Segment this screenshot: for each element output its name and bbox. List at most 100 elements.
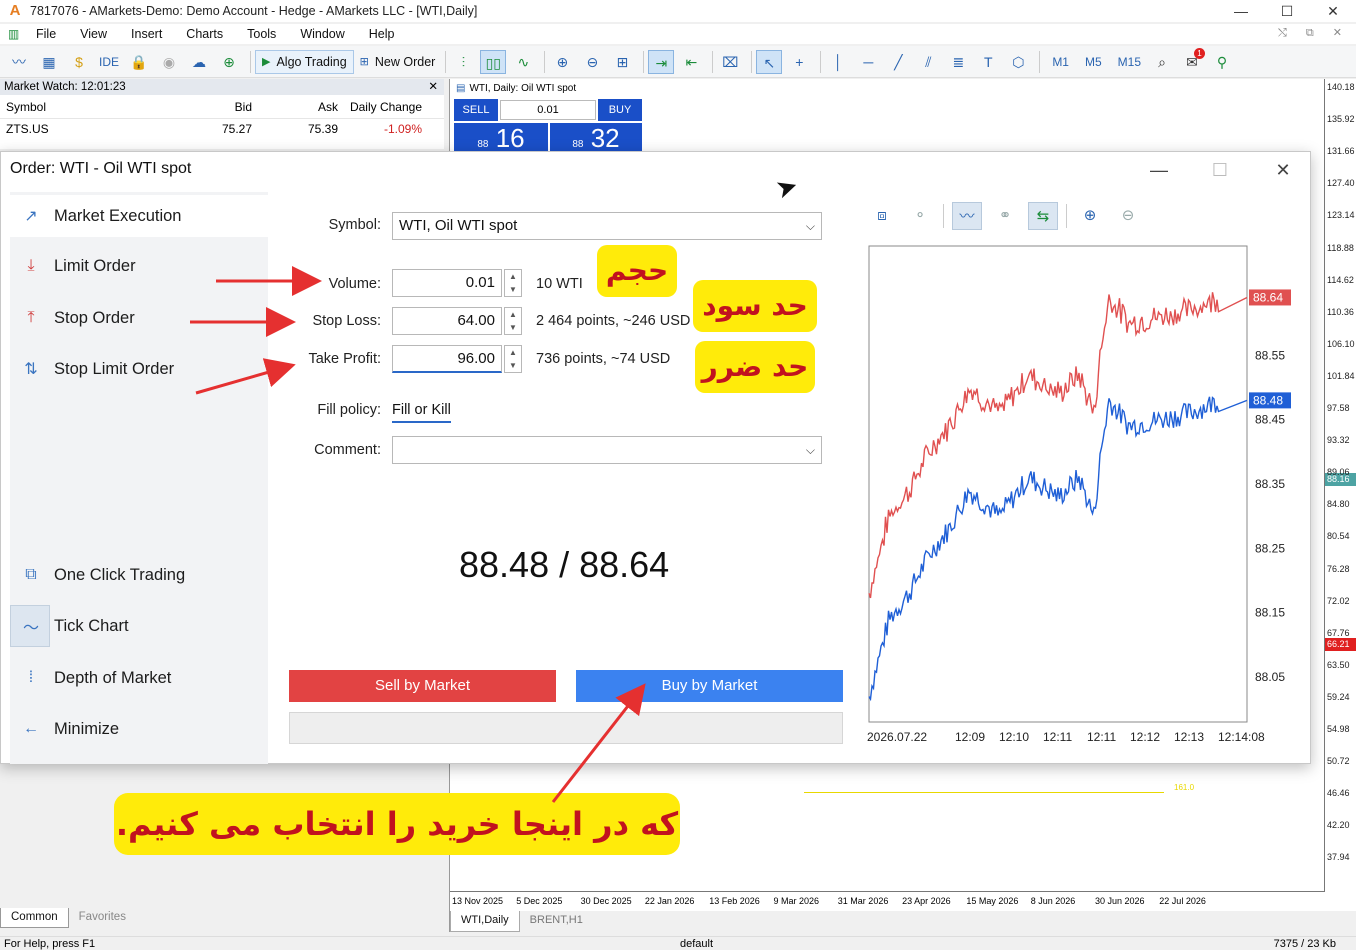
column-symbol[interactable]: Symbol [0, 100, 170, 114]
sidebar-item-market-execution[interactable]: ↗ Market Execution [10, 195, 268, 237]
stepper-down-icon[interactable]: ▼ [505, 359, 521, 372]
stepper-up-icon[interactable]: ▲ [505, 270, 521, 283]
tab-wti-daily[interactable]: WTI,Daily [450, 911, 520, 932]
signals-icon[interactable]: ◉ [156, 50, 182, 74]
vps-icon[interactable]: ☁ [186, 50, 212, 74]
bar-chart-icon[interactable]: ⫶ [450, 50, 476, 74]
sidebar-item-tick-chart[interactable]: 〜 Tick Chart [10, 605, 268, 647]
search-icon[interactable]: ⌕ [1149, 50, 1175, 74]
zoom-in-icon[interactable]: ⊕ [549, 50, 575, 74]
volume-stepper[interactable]: ▲ ▼ [504, 269, 522, 297]
crosshair-icon[interactable]: + [786, 50, 812, 74]
take-profit-input[interactable]: 96.00 [392, 345, 502, 373]
cursor-icon[interactable]: ↖ [756, 49, 783, 74]
fibonacci-icon[interactable]: ≣ [945, 50, 971, 74]
menu-charts[interactable]: Charts [176, 27, 237, 41]
new-chart-icon[interactable]: 〰 [6, 50, 32, 74]
sidebar-item-one-click-trading[interactable]: ⧉ One Click Trading [10, 554, 268, 596]
stop-loss-stepper[interactable]: ▲ ▼ [504, 307, 522, 335]
tile-windows-icon[interactable]: ⊞ [609, 50, 635, 74]
spread-icon[interactable]: ⇆ [1028, 202, 1058, 230]
algo-trading-button[interactable]: ▶ Algo Trading [255, 49, 354, 74]
one-click-sell-price[interactable]: 88 16 [454, 123, 548, 153]
sidebar-item-minimize[interactable]: ← Minimize [10, 708, 268, 750]
mdi-controls-icon[interactable]: ⤭ ⧉ ✕ [1278, 26, 1350, 40]
text-tool-icon[interactable]: T [975, 50, 1001, 74]
stop-loss-input[interactable]: 64.00 [392, 307, 502, 335]
menu-view[interactable]: View [70, 27, 121, 41]
dialog-minimize-button[interactable]: — [1139, 156, 1179, 184]
tick-line-icon[interactable]: 〰 [952, 202, 982, 230]
candlestick-icon[interactable]: ▯▯ [480, 49, 507, 74]
chart-menu-icon[interactable]: ▥ [8, 27, 26, 41]
volume-input[interactable]: 0.01 [392, 269, 502, 297]
dialog-maximize-button[interactable]: ☐ [1200, 156, 1240, 184]
fill-policy-select[interactable]: Fill or Kill [392, 402, 451, 423]
timeframe-m15[interactable]: M15 [1110, 55, 1149, 69]
table-row[interactable]: ZTS.US 75.27 75.39 -1.09% [0, 119, 444, 139]
line-chart-icon[interactable]: ∿ [510, 50, 536, 74]
menu-help[interactable]: Help [359, 27, 409, 41]
horizontal-line-icon[interactable]: ─ [855, 50, 881, 74]
one-click-volume-input[interactable]: 0.01 [500, 100, 596, 120]
tab-common[interactable]: Common [0, 908, 69, 928]
zoom-out-icon[interactable]: ⊖ [579, 50, 605, 74]
tab-favorites[interactable]: Favorites [69, 908, 136, 928]
dialog-close-button[interactable]: ✕ [1263, 156, 1303, 184]
screenshot-icon[interactable]: ⌧ [717, 50, 743, 74]
stepper-up-icon[interactable]: ▲ [505, 346, 521, 359]
zoom-in-icon[interactable]: ⊕ [1075, 202, 1105, 230]
lock-icon[interactable]: 🔒 [126, 50, 152, 74]
comment-input[interactable]: ⌵ [392, 436, 822, 464]
market-watch-icon[interactable]: $ [66, 50, 92, 74]
channel-icon[interactable]: ⫽ [915, 50, 941, 74]
auto-scroll-icon[interactable]: ⇥ [648, 49, 675, 74]
sidebar-item-limit-order[interactable]: ⤓ Limit Order [10, 245, 268, 287]
column-daily-change[interactable]: Daily Change [342, 100, 426, 114]
market-watch-close-button[interactable]: ✕ [428, 79, 438, 95]
sidebar-item-stop-limit-order[interactable]: ⇅ Stop Limit Order [10, 348, 268, 390]
ide-button[interactable]: IDE [96, 50, 122, 74]
shapes-icon[interactable]: ⬡ [1005, 50, 1031, 74]
web-icon[interactable]: ⊕ [216, 50, 242, 74]
timeframe-m5[interactable]: M5 [1077, 55, 1110, 69]
price-axis[interactable]: 88.16 66.21 140.18 135.92 131.66 127.40 123.… [1324, 79, 1356, 891]
one-click-sell-button[interactable]: SELL [454, 99, 498, 121]
stepper-up-icon[interactable]: ▲ [505, 308, 521, 321]
maximize-button[interactable]: ☐ [1264, 0, 1310, 22]
trades-icon[interactable]: ⚭ [990, 202, 1020, 230]
tick-chart[interactable]: 88.55 88.45 88.35 88.25 88.15 88.05 2026.07.2… [867, 244, 1307, 744]
zoom-out-icon[interactable]: ⊖ [1113, 202, 1143, 230]
new-order-button[interactable]: ⊞ New Order [354, 50, 442, 74]
close-button[interactable]: ✕ [1310, 0, 1356, 22]
sidebar-item-depth-of-market[interactable]: ⁞ Depth of Market [10, 657, 268, 699]
profiles-icon[interactable]: ▦ [36, 50, 62, 74]
symbol-select[interactable]: WTI, Oil WTI spot ⌵ [392, 212, 822, 240]
sidebar-item-stop-order[interactable]: ⤒ Stop Order [10, 297, 268, 339]
one-click-buy-price[interactable]: 88 32 [550, 123, 642, 153]
menu-insert[interactable]: Insert [121, 27, 176, 41]
chart-shift-icon[interactable]: ⇤ [678, 50, 704, 74]
timeframe-m1[interactable]: M1 [1044, 55, 1077, 69]
stepper-down-icon[interactable]: ▼ [505, 283, 521, 296]
time-axis[interactable]: 13 Nov 2025 5 Dec 2025 30 Dec 2025 22 Jan 2… [450, 891, 1325, 911]
sell-by-market-button[interactable]: Sell by Market [289, 670, 556, 702]
stepper-down-icon[interactable]: ▼ [505, 321, 521, 334]
minimize-button[interactable]: — [1218, 0, 1264, 22]
yellow-level-line[interactable] [804, 792, 1164, 793]
take-profit-stepper[interactable]: ▲ ▼ [504, 345, 522, 373]
buy-by-market-button[interactable]: Buy by Market [576, 670, 843, 702]
column-ask[interactable]: Ask [256, 100, 342, 114]
tab-brent-h1[interactable]: BRENT,H1 [520, 911, 593, 932]
trendline-icon[interactable]: ╱ [885, 50, 911, 74]
dots-icon[interactable]: ⚬ [905, 202, 935, 230]
chart-style-icon[interactable]: ⧈ [867, 202, 897, 230]
one-click-buy-button[interactable]: BUY [598, 99, 642, 121]
notifications-icon[interactable]: ✉ 1 [1179, 47, 1205, 74]
account-status-icon[interactable]: ⚲ [1209, 50, 1235, 74]
menu-tools[interactable]: Tools [237, 27, 290, 41]
column-bid[interactable]: Bid [170, 100, 256, 114]
vertical-line-icon[interactable]: │ [825, 50, 851, 74]
menu-window[interactable]: Window [290, 27, 358, 41]
menu-file[interactable]: File [26, 27, 70, 41]
